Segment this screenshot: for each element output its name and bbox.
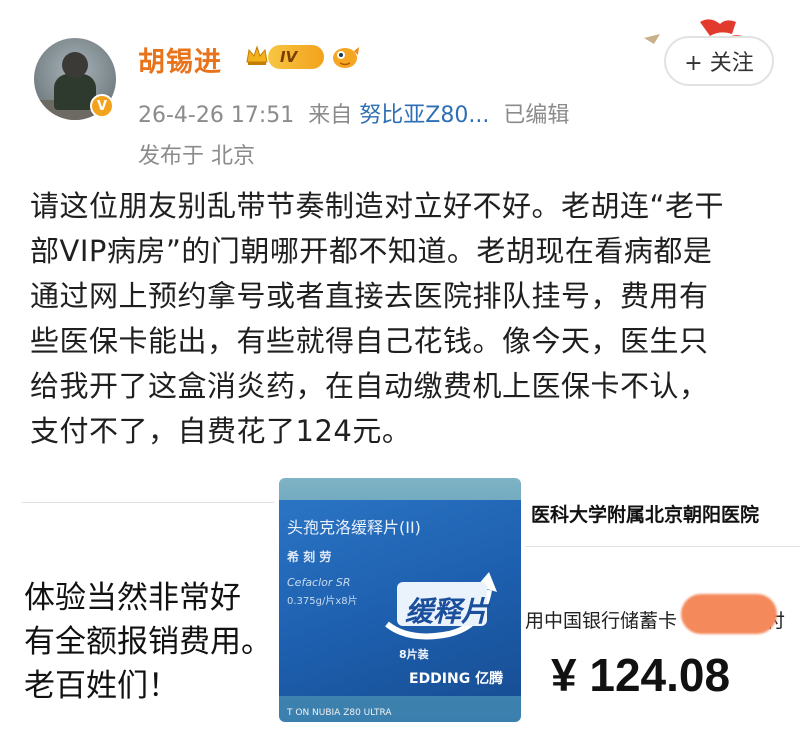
post-location: 发布于 北京 xyxy=(138,144,255,169)
medicine-english-name: Cefaclor SR xyxy=(287,576,351,589)
hospital-name: 医科大学附属北京朝阳医院 xyxy=(531,504,760,526)
device-link[interactable]: 努比亚Z80... xyxy=(359,103,489,128)
image-text-line: 老百姓们！ xyxy=(24,668,179,704)
medicine-box: 头孢克洛缓释片(II) 希 刻 劳 Cefaclor SR 0.375g/片x8… xyxy=(279,500,521,696)
verified-icon: V xyxy=(90,94,114,118)
follow-button[interactable]: + 关注 xyxy=(664,36,774,86)
edited-label: 已编辑 xyxy=(503,103,570,128)
camera-watermark: T ON NUBIA Z80 ULTRA xyxy=(287,708,392,718)
vip-level-badge: IV xyxy=(268,45,324,69)
username[interactable]: 胡锡进 xyxy=(138,40,222,79)
medicine-name: 头孢克洛缓释片(II) xyxy=(287,518,421,537)
payment-card: 用中国银行储蓄卡 xyxy=(525,610,678,632)
divider xyxy=(525,546,800,547)
post-text: 请这位朋友别乱带节奏制造对立好不好。老胡连“老干 部VIP病房”的门朝哪开都不知… xyxy=(30,184,778,454)
release-badge: 缓释片 xyxy=(379,568,501,646)
post-meta: 26-4-26 17:51 来自 努比亚Z80... 已编辑 xyxy=(138,97,569,129)
image-text-line: 有全额报销费用。 xyxy=(24,624,272,660)
medicine-brand: 希 刻 劳 xyxy=(287,550,332,564)
avatar-person-head xyxy=(62,52,88,78)
manufacturer: EDDING 亿腾 xyxy=(409,671,504,687)
post-text-line: 些医保卡能出，有些就得自己花钱。像今天，医生只 xyxy=(30,324,709,358)
crown-icon xyxy=(246,45,268,65)
post-image-medicine[interactable]: 头孢克洛缓释片(II) 希 刻 劳 Cefaclor SR 0.375g/片x8… xyxy=(279,478,521,722)
from-label: 来自 xyxy=(308,103,353,128)
post-text-line: 通过网上预约拿号或者直接去医院排队挂号，费用有 xyxy=(30,279,709,313)
medicine-dose: 0.375g/片x8片 xyxy=(287,596,358,607)
post-text-line: 请这位朋友别乱带节奏制造对立好不好。老胡连“老干 xyxy=(30,189,725,223)
divider xyxy=(22,502,274,503)
release-label: 缓释片 xyxy=(405,595,490,628)
image-text-line: 体验当然非常好 xyxy=(24,580,241,616)
payment-amount: ¥ 124.08 xyxy=(551,649,731,701)
post-time: 26-4-26 17:51 xyxy=(138,103,295,128)
fish-icon xyxy=(333,47,359,68)
post-text-line: 给我开了这盒消炎药，在自动缴费机上医保卡不认， xyxy=(30,369,709,403)
pack-count: 8片装 xyxy=(399,648,429,661)
post-text-line: 部VIP病房”的门朝哪开都不知道。老胡现在看病都是 xyxy=(30,234,713,268)
post-image-receipt[interactable]: 医科大学附属北京朝阳医院 用中国银行储蓄卡支付 ¥ 124.08 xyxy=(525,478,800,722)
post-image-left[interactable]: 体验当然非常好 有全额报销费用。 老百姓们！ xyxy=(0,500,274,720)
post-text-line: 支付不了，自费花了124元。 xyxy=(30,414,412,448)
redaction-scribble xyxy=(681,594,777,634)
